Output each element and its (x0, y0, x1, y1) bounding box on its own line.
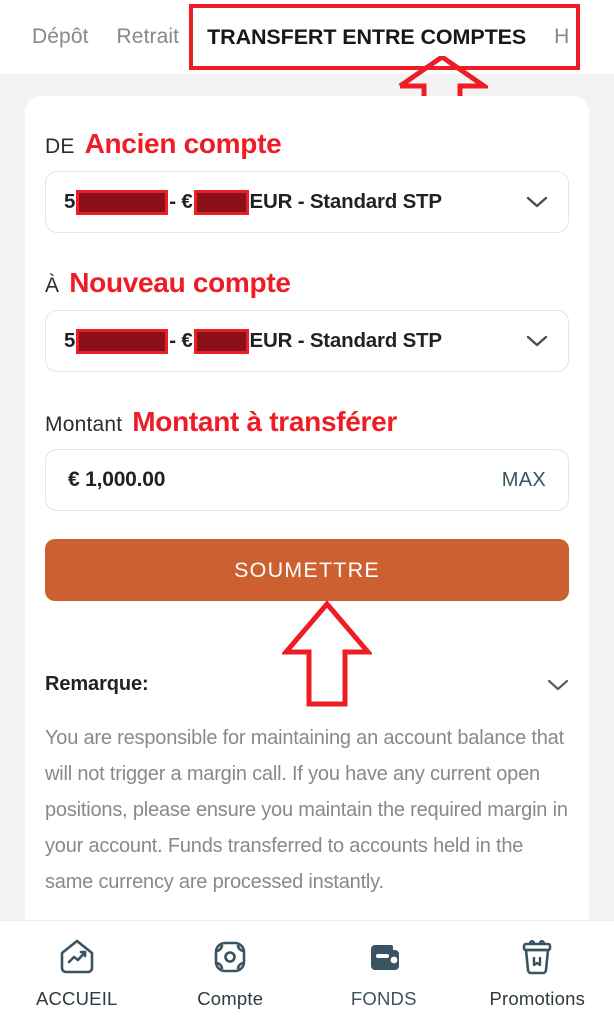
transfer-form-card: DE Ancien compte 5 - € EUR - Standard ST… (25, 96, 589, 920)
nav-item-accueil[interactable]: ACCUEIL (0, 935, 154, 1010)
to-account-prefix: 5 (64, 329, 76, 352)
redaction-block (193, 328, 249, 354)
from-account-suffix: EUR - Standard STP (249, 190, 443, 213)
submit-button[interactable]: SOUMETTRE (45, 539, 569, 601)
tab-depot[interactable]: Dépôt (18, 25, 103, 49)
to-label-row: À Nouveau compte (25, 269, 589, 298)
tab-historique[interactable]: H (540, 25, 583, 49)
top-tab-bar: Dépôt Retrait TRANSFERT ENTRE COMPTES H (0, 0, 614, 74)
annotation-to-account: Nouveau compte (69, 267, 291, 298)
gift-icon (522, 940, 552, 975)
bottom-nav: ACCUEIL Compte FONDS Promotions (0, 920, 614, 1024)
note-header[interactable]: Remarque: (45, 673, 569, 696)
amount-input[interactable]: € 1,000.00 (68, 468, 165, 492)
to-account-value: 5 - € EUR - Standard STP (64, 328, 443, 354)
chevron-down-icon[interactable] (526, 196, 548, 208)
from-account-value: 5 - € EUR - Standard STP (64, 189, 443, 215)
tab-retrait[interactable]: Retrait (103, 25, 194, 49)
from-account-prefix: 5 (64, 190, 76, 213)
to-account-suffix: EUR - Standard STP (249, 329, 443, 352)
from-label-row: DE Ancien compte (25, 130, 589, 159)
redaction-block (76, 189, 169, 215)
amount-label-row: Montant Montant à transférer (25, 408, 589, 437)
from-account-select[interactable]: 5 - € EUR - Standard STP (45, 171, 569, 233)
note-body: You are responsible for maintaining an a… (45, 720, 569, 920)
to-label: À (45, 274, 60, 297)
nav-item-fonds[interactable]: FONDS (307, 935, 461, 1010)
annotation-amount: Montant à transférer (132, 406, 397, 437)
note-title: Remarque: (45, 673, 149, 695)
wallet-icon (370, 945, 399, 970)
amount-input-box[interactable]: € 1,000.00 MAX (45, 449, 569, 511)
to-account-select[interactable]: 5 - € EUR - Standard STP (45, 310, 569, 372)
redaction-block (193, 189, 249, 215)
tab-transfert-entre-comptes[interactable]: TRANSFERT ENTRE COMPTES (193, 25, 540, 50)
nav-label-accueil: ACCUEIL (35, 988, 118, 1009)
annotation-from-account: Ancien compte (84, 128, 282, 159)
redaction-block (76, 328, 169, 354)
from-label: DE (45, 135, 75, 158)
nav-label-promotions: Promotions (489, 988, 586, 1009)
account-icon (214, 941, 246, 973)
home-chart-icon (60, 939, 94, 974)
note-paragraph: You are responsible for maintaining an a… (45, 727, 568, 893)
nav-label-fonds: FONDS (350, 988, 417, 1009)
nav-item-compte[interactable]: Compte (154, 935, 308, 1010)
from-account-separator: - € (169, 190, 193, 213)
max-button[interactable]: MAX (502, 469, 546, 492)
nav-label-compte: Compte (197, 988, 264, 1009)
amount-label: Montant (45, 413, 123, 436)
app-screen: Dépôt Retrait TRANSFERT ENTRE COMPTES H … (0, 0, 614, 1024)
chevron-down-icon[interactable] (526, 335, 548, 347)
chevron-down-icon[interactable] (547, 679, 569, 691)
nav-item-promotions[interactable]: Promotions (461, 935, 614, 1010)
to-account-separator: - € (169, 329, 193, 352)
